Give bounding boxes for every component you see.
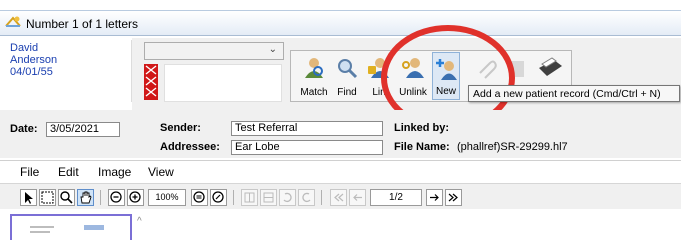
link-person-icon: [368, 58, 389, 78]
new-patient-icon: [436, 59, 457, 80]
letter-info-row: Date: 3/05/2021 Sender: Test Referral Ad…: [0, 110, 681, 158]
zoom-fit-icon: [193, 191, 205, 203]
match-label: Match: [300, 87, 328, 98]
rotate-left-button[interactable]: [279, 189, 296, 206]
date-label: Date:: [10, 123, 38, 135]
zoom-in-button[interactable]: [127, 189, 144, 206]
attachment-icon[interactable]: [474, 55, 498, 79]
next-page-button[interactable]: [426, 189, 443, 206]
warning-flag-icon: [144, 64, 158, 100]
zoom-tool[interactable]: [58, 189, 75, 206]
patient-last-name[interactable]: Anderson: [0, 54, 131, 66]
unlink-label: Unlink: [399, 87, 427, 98]
find-label: Find: [337, 87, 357, 98]
link-label: Lin: [372, 87, 386, 98]
viewer-menubar: File Edit Image View: [0, 160, 681, 182]
split-horizontal-button[interactable]: [260, 189, 277, 206]
linked-by-label: Linked by:: [394, 122, 450, 134]
hand-icon: [80, 191, 92, 204]
patient-dob[interactable]: 04/01/55: [0, 66, 131, 78]
match-button[interactable]: Match: [294, 52, 334, 100]
unlink-button[interactable]: Unlink: [396, 52, 430, 100]
columns-icon: [244, 192, 255, 203]
thumbnail-text-line: [30, 231, 50, 233]
previous-page-button[interactable]: [349, 189, 366, 206]
unlink-person-icon: [402, 58, 424, 78]
sender-field[interactable]: Test Referral: [231, 121, 383, 136]
thumbnail-text-line: [30, 226, 54, 228]
rotate-left-icon: [283, 192, 292, 203]
marquee-select-icon: [41, 191, 54, 204]
menu-view[interactable]: View: [148, 165, 174, 179]
zoom-page-icon: [212, 191, 224, 203]
link-button[interactable]: Lin: [364, 52, 394, 100]
pan-tool[interactable]: [77, 189, 94, 206]
addressee-label: Addressee:: [160, 141, 220, 153]
tooltip: Add a new patient record (Cmd/Ctrl + N): [468, 85, 680, 102]
patient-first-name[interactable]: David: [0, 42, 131, 54]
rows-icon: [263, 192, 274, 203]
rotate-right-button[interactable]: [298, 189, 315, 206]
file-name-value: (phallref)SR-29299.hl7: [457, 141, 568, 153]
patient-select-dropdown[interactable]: ⌄: [144, 42, 284, 60]
file-name-label: File Name:: [394, 141, 450, 153]
scroll-up-icon[interactable]: ^: [137, 216, 142, 227]
window-titlebar: Number 1 of 1 letters: [0, 10, 681, 36]
toolbar-divider: [100, 190, 101, 205]
zoom-in-icon: [129, 191, 141, 203]
zoom-out-icon: [110, 191, 122, 203]
next-page-icon: [430, 194, 439, 201]
letter-icon: [5, 16, 21, 27]
page-thumbnail[interactable]: [10, 214, 132, 240]
new-label: New: [435, 86, 456, 97]
menu-edit[interactable]: Edit: [58, 165, 79, 179]
sender-label: Sender:: [160, 122, 201, 134]
magnifier-icon: [60, 191, 73, 204]
magnifier-icon: [338, 59, 358, 79]
window-title: Number 1 of 1 letters: [26, 17, 139, 31]
thumbnail-logo: [84, 225, 104, 230]
previous-page-icon: [353, 194, 362, 201]
new-patient-button[interactable]: New: [432, 52, 460, 100]
fit-width-button[interactable]: [191, 189, 208, 206]
chevron-down-icon: ⌄: [268, 44, 277, 55]
patient-panel: David Anderson 04/01/55: [0, 40, 132, 102]
page-number-field[interactable]: 1/2: [370, 189, 422, 206]
select-tool[interactable]: [39, 189, 56, 206]
last-page-button[interactable]: [445, 189, 462, 206]
menu-image[interactable]: Image: [98, 165, 131, 179]
date-field[interactable]: 3/05/2021: [46, 122, 120, 137]
addressee-field[interactable]: Ear Lobe: [231, 140, 383, 155]
split-vertical-button[interactable]: [241, 189, 258, 206]
fit-page-button[interactable]: [210, 189, 227, 206]
printer-icon[interactable]: [536, 56, 564, 80]
toolbar-divider: [321, 190, 322, 205]
last-page-icon: [448, 193, 458, 202]
menu-file[interactable]: File: [20, 165, 39, 179]
find-button[interactable]: Find: [334, 52, 360, 100]
arrow-pointer-icon: [25, 192, 33, 204]
zoom-level-field[interactable]: 100%: [148, 189, 186, 206]
patient-photo-box: [164, 64, 282, 102]
pointer-tool[interactable]: [20, 189, 37, 206]
viewer-toolbar: 100% 1/2: [0, 183, 681, 209]
zoom-out-button[interactable]: [108, 189, 125, 206]
rotate-right-icon: [302, 192, 311, 203]
first-page-button[interactable]: [330, 189, 347, 206]
first-page-icon: [334, 193, 344, 202]
toolbar-divider: [233, 190, 234, 205]
match-person-icon: [305, 58, 323, 78]
delete-icon[interactable]: [506, 55, 528, 79]
